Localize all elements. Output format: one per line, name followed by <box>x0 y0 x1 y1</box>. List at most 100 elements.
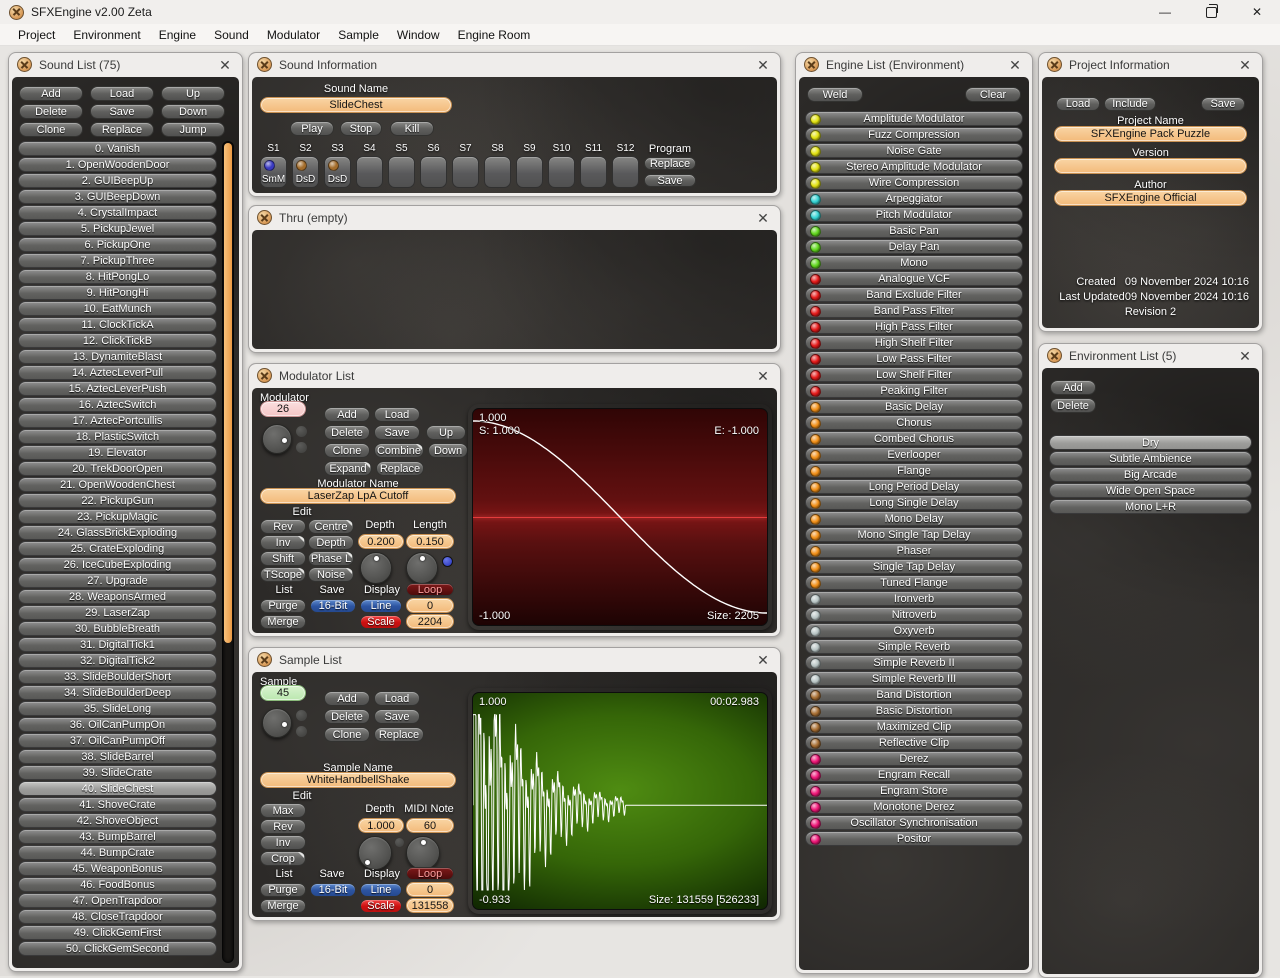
centre-button[interactable]: Centre <box>308 519 354 534</box>
save-button[interactable]: Save <box>1201 97 1245 111</box>
sound-delete-button[interactable]: Delete <box>19 104 83 119</box>
kill-button[interactable]: Kill <box>390 121 434 136</box>
sound-list-item[interactable]: 45. WeaponBonus <box>18 861 217 876</box>
engine-item[interactable]: Simple Reverb III <box>805 671 1023 686</box>
engine-item[interactable]: Noise Gate <box>805 143 1023 158</box>
sound-list-item[interactable]: 8. HitPongLo <box>18 269 217 284</box>
purge-button[interactable]: Purge <box>260 599 306 613</box>
sound-slot-s7[interactable] <box>452 156 479 188</box>
engine-item[interactable]: Positor <box>805 831 1023 846</box>
load-button[interactable]: Load <box>374 407 420 422</box>
sample-depth-knob[interactable] <box>358 836 392 870</box>
restore-button[interactable] <box>1188 0 1234 24</box>
engine-item[interactable]: Engram Store <box>805 783 1023 798</box>
close-button[interactable]: ✕ <box>1234 0 1280 24</box>
depth-button[interactable]: Depth <box>308 535 354 550</box>
stop-button[interactable]: Stop <box>340 121 382 136</box>
sound-list-item[interactable]: 29. LaserZap <box>18 605 217 620</box>
sound-list-item[interactable]: 17. AztecPortcullis <box>18 413 217 428</box>
engine-item[interactable]: Oxyverb <box>805 623 1023 638</box>
scale-button[interactable]: Scale <box>360 615 402 629</box>
engine-item[interactable]: Basic Pan <box>805 223 1023 238</box>
knob-decrement[interactable] <box>296 442 307 453</box>
clear-button[interactable]: Clear <box>965 87 1021 102</box>
engine-item[interactable]: Long Single Delay <box>805 495 1023 510</box>
engine-item[interactable]: Mono <box>805 255 1023 270</box>
sound-list-item[interactable]: 6. PickupOne <box>18 237 217 252</box>
loop-button[interactable]: Loop <box>406 867 454 880</box>
depth-field[interactable]: 1.000 <box>358 818 404 833</box>
sound-slot-s1[interactable]: SmM <box>260 156 287 188</box>
max-button[interactable]: Max <box>260 803 306 818</box>
sound-load-button[interactable]: Load <box>90 86 154 101</box>
up-button[interactable]: Up <box>426 425 466 440</box>
midi-note-field[interactable]: 60 <box>406 818 454 833</box>
length-field[interactable]: 0.150 <box>406 534 454 549</box>
replace-button[interactable]: Replace <box>374 727 424 742</box>
loop-end-field[interactable]: 131558 <box>406 898 454 913</box>
tscope-button[interactable]: TScope <box>260 567 306 582</box>
sound-list-item[interactable]: 39. SlideCrate <box>18 765 217 780</box>
close-icon[interactable]: ✕ <box>755 369 771 383</box>
sound-jump-button[interactable]: Jump <box>161 122 225 137</box>
sound-list-item[interactable]: 22. PickupGun <box>18 493 217 508</box>
sound-list-item[interactable]: 21. OpenWoodenChest <box>18 477 217 492</box>
engine-item[interactable]: Mono Single Tap Delay <box>805 527 1023 542</box>
engine-item[interactable]: Nitroverb <box>805 607 1023 622</box>
weld-button[interactable]: Weld <box>807 87 863 102</box>
inv-button[interactable]: Inv <box>260 535 306 550</box>
modulator-name-field[interactable]: LaserZap LpA Cutoff <box>260 488 456 504</box>
sample-waveform-display[interactable]: 1.000 00:02.983 -0.933 Size: 131559 [526… <box>468 688 772 914</box>
author-field[interactable]: SFXEngine Official <box>1054 190 1247 206</box>
engine-item[interactable]: Reflective Clip <box>805 735 1023 750</box>
sound-save-button[interactable]: Save <box>90 104 154 119</box>
phase-l-button[interactable]: Phase L <box>308 551 354 566</box>
sound-replace-button[interactable]: Replace <box>90 122 154 137</box>
sound-list-item[interactable]: 9. HitPongHi <box>18 285 217 300</box>
delete-button[interactable]: Delete <box>1050 398 1096 413</box>
close-icon[interactable]: ✕ <box>1237 58 1253 72</box>
engine-item[interactable]: Ironverb <box>805 591 1023 606</box>
engine-item[interactable]: Peaking Filter <box>805 383 1023 398</box>
sound-list-item[interactable]: 15. AztecLeverPush <box>18 381 217 396</box>
rev-button[interactable]: Rev <box>260 819 306 834</box>
engine-item[interactable]: Oscillator Synchronisation <box>805 815 1023 830</box>
expand-button[interactable]: Expand <box>324 461 372 476</box>
loop-button[interactable]: Loop <box>406 583 454 596</box>
engine-item[interactable]: Low Shelf Filter <box>805 367 1023 382</box>
sound-list-item[interactable]: 20. TrekDoorOpen <box>18 461 217 476</box>
sound-slot-s6[interactable] <box>420 156 447 188</box>
sound-list-item[interactable]: 46. FoodBonus <box>18 877 217 892</box>
sound-list-item[interactable]: 0. Vanish <box>18 141 217 156</box>
replace-button[interactable]: Replace <box>376 461 424 476</box>
sound-list-item[interactable]: 35. SlideLong <box>18 701 217 716</box>
load-button[interactable]: Load <box>1056 97 1100 111</box>
sound-list-item[interactable]: 3. GUIBeepDown <box>18 189 217 204</box>
sound-list-item[interactable]: 32. DigitalTick2 <box>18 653 217 668</box>
sound-list-item[interactable]: 49. ClickGemFirst <box>18 925 217 940</box>
scrollbar-thumb[interactable] <box>224 143 232 644</box>
sample-name-field[interactable]: WhiteHandbellShake <box>260 772 456 788</box>
engine-item[interactable]: Basic Delay <box>805 399 1023 414</box>
engine-item[interactable]: Band Pass Filter <box>805 303 1023 318</box>
program-save-button[interactable]: Save <box>644 174 696 187</box>
menu-sound[interactable]: Sound <box>205 26 258 44</box>
line-button[interactable]: Line <box>360 599 402 613</box>
engine-item[interactable]: Wire Compression <box>805 175 1023 190</box>
sound-slot-s12[interactable] <box>612 156 639 188</box>
close-icon[interactable]: ✕ <box>755 211 771 225</box>
loop-start-field[interactable]: 0 <box>406 598 454 613</box>
engine-item[interactable]: Arpeggiator <box>805 191 1023 206</box>
crop-button[interactable]: Crop <box>260 851 306 866</box>
engine-item[interactable]: High Pass Filter <box>805 319 1023 334</box>
engine-item[interactable]: Amplitude Modulator <box>805 111 1023 126</box>
clone-button[interactable]: Clone <box>324 443 370 458</box>
menu-sample[interactable]: Sample <box>329 26 388 44</box>
sound-up-button[interactable]: Up <box>161 86 225 101</box>
sound-list-item[interactable]: 50. ClickGemSecond <box>18 941 217 956</box>
midi-note-knob[interactable] <box>406 836 440 870</box>
sound-list-item[interactable]: 23. PickupMagic <box>18 509 217 524</box>
sound-slot-s11[interactable] <box>580 156 607 188</box>
depth-field[interactable]: 0.200 <box>358 534 404 549</box>
add-button[interactable]: Add <box>324 407 370 422</box>
